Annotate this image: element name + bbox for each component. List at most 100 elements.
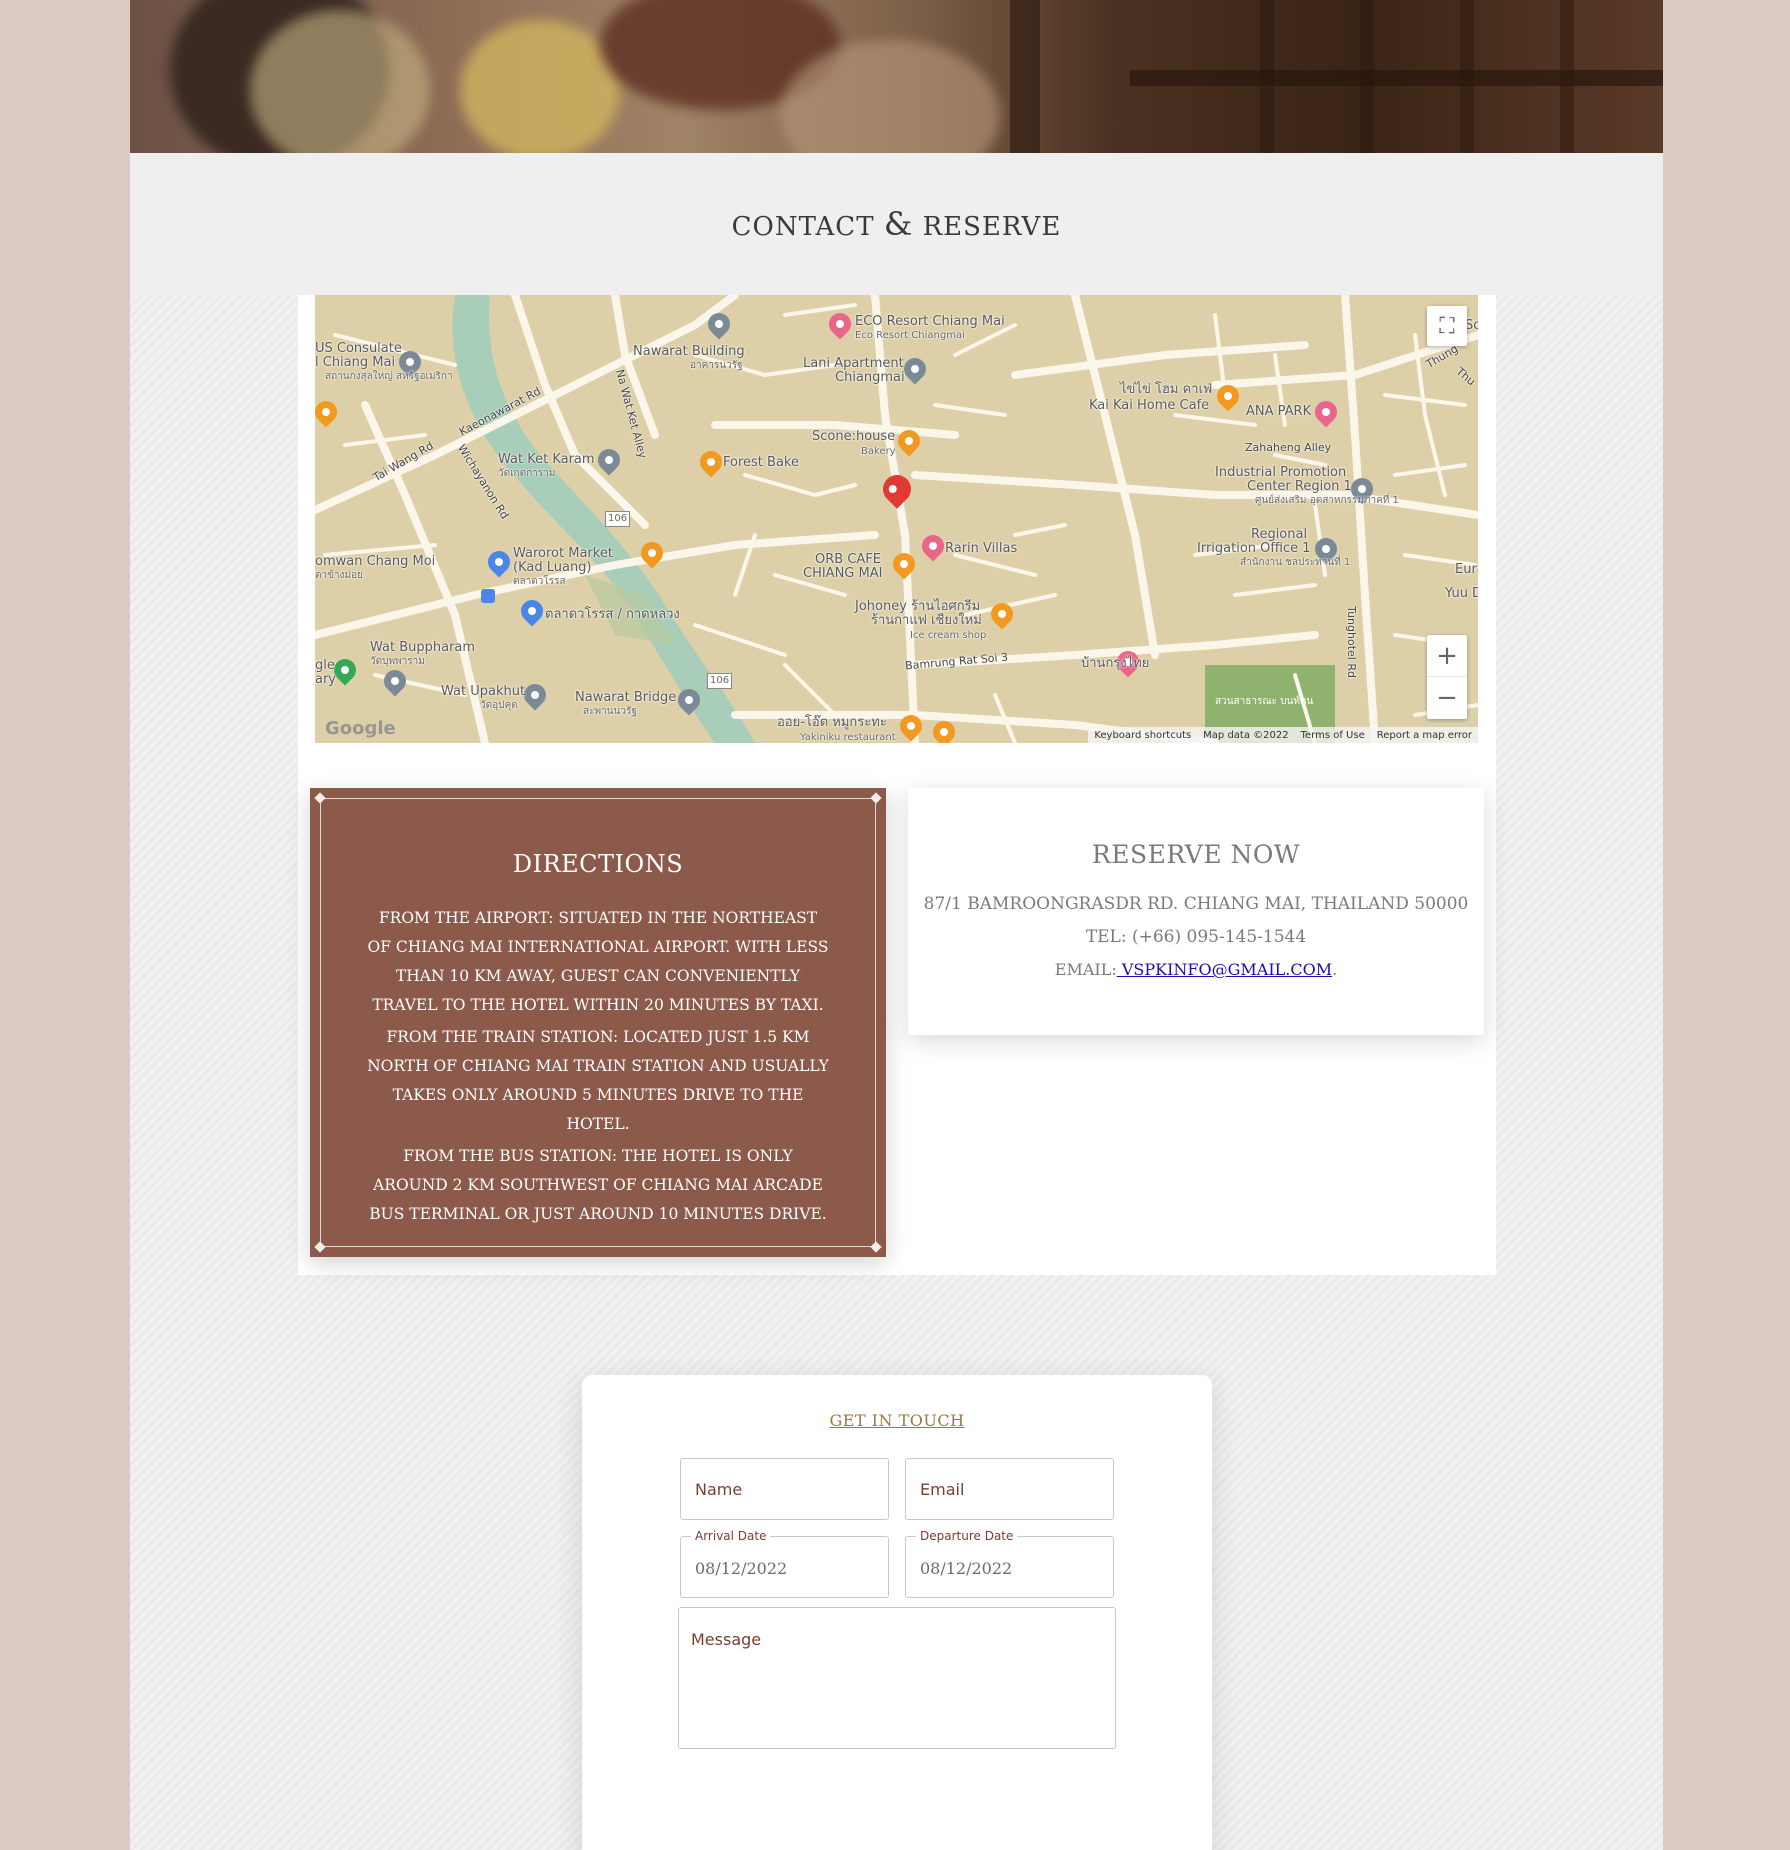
map-label: Zahaheng Alley — [1245, 441, 1332, 454]
directions-card: DIRECTIONS From the airport: Situated in… — [310, 788, 886, 1257]
name-input[interactable] — [681, 1459, 888, 1519]
arrival-date-field[interactable]: Arrival Date 08/12/2022 — [680, 1529, 889, 1598]
map-label: สะพานนวรัฐ — [583, 706, 637, 717]
map-label: ตาข้างม่อย — [315, 570, 363, 581]
map-label: Regional — [1251, 527, 1308, 542]
message-textarea[interactable] — [679, 1608, 1115, 1748]
map-label: Kai Kai Home Cafe — [1089, 398, 1210, 413]
map-label: Scone:house — [812, 429, 896, 444]
reserve-phone: TEL: (+66) 095-145-1544 — [1085, 927, 1307, 947]
email-link[interactable]: VSPKINFO@GMAIL.COM — [1117, 960, 1332, 979]
hero-image — [130, 0, 1663, 153]
directions-bus: From the bus station: The hotel is only … — [369, 1147, 827, 1223]
name-field[interactable] — [680, 1458, 889, 1520]
map-label: ary — [315, 672, 337, 687]
hero-baluster-4 — [1560, 0, 1574, 153]
directions-body: From the airport: Situated in the northe… — [365, 904, 831, 1232]
directions-title: DIRECTIONS — [512, 850, 684, 878]
terms-of-use-link[interactable]: Terms of Use — [1301, 730, 1365, 741]
form-title[interactable]: GET IN TOUCH — [582, 1411, 1212, 1430]
reserve-address: 87/1 BAMROONGRASDR RD. CHIANG MAI, THAIL… — [923, 894, 1469, 914]
map-label: Wat Ket Karam — [498, 452, 595, 467]
map-label: อาคารนวรัฐ — [690, 360, 743, 371]
map-label: วัดบุพพาราม — [370, 656, 425, 667]
hero-yellow-bike — [460, 20, 620, 153]
map-label: ECO Resort Chiang Mai — [855, 314, 1005, 329]
map-label: omwan Chang Moi — [315, 554, 436, 569]
title-contact: CONTACT — [731, 212, 875, 242]
map-label: Chiangmai — [835, 370, 905, 385]
arrival-date-value[interactable]: 08/12/2022 — [695, 1559, 787, 1578]
reserve-email-line: EMAIL: VSPKINFO@GMAIL.COM. — [908, 960, 1484, 979]
map-label: Wat Buppharam — [370, 640, 476, 655]
report-map-error-link[interactable]: Report a map error — [1377, 730, 1472, 741]
reserve-card: RESERVE NOW 87/1 BAMROONGRASDR RD. CHIAN… — [908, 788, 1484, 1035]
email-label: EMAIL: — [1054, 960, 1117, 979]
departure-date-field[interactable]: Departure Date 08/12/2022 — [905, 1529, 1114, 1598]
map-attribution: Keyboard shortcuts Map data ©2022 Terms … — [1088, 727, 1478, 743]
departure-date-value[interactable]: 08/12/2022 — [920, 1559, 1012, 1578]
map-label: Irrigation Office 1 — [1197, 541, 1311, 556]
map-label: Industrial Promotion — [1215, 465, 1347, 480]
map-label: Wat Upakhut — [441, 684, 526, 699]
map-label: US Consulate — [315, 341, 402, 356]
departure-date-label: Departure Date — [916, 1529, 1018, 1543]
hero-rail — [1130, 70, 1663, 86]
email-field[interactable] — [905, 1458, 1114, 1520]
map-label: สำนักงาน ชลประทานที่ 1 — [1240, 557, 1351, 568]
map-label: Johoney ร้านไอศกรีม — [855, 599, 981, 614]
map-label: Nawarat Building — [633, 344, 745, 359]
route-shield: 106 — [605, 511, 631, 527]
directions-train: From the train station: Located just 1.5… — [367, 1028, 829, 1133]
map-label: Ice cream shop — [910, 630, 987, 641]
email-suffix: . — [1332, 960, 1338, 979]
map-label: Nawarat Bridge — [575, 690, 677, 705]
page-title: CONTACT & RESERVE — [130, 205, 1663, 243]
fullscreen-icon[interactable]: ⛶ — [1427, 306, 1467, 346]
zoom-in-button[interactable]: + — [1427, 635, 1467, 677]
directions-airport: From the airport: Situated in the northe… — [367, 909, 829, 1014]
reserve-title: RESERVE NOW — [1091, 840, 1301, 869]
map-label: gle — [315, 658, 335, 673]
map-label: ตลาดวโรรส — [513, 576, 566, 587]
zoom-controls: + − — [1427, 635, 1467, 719]
map-label: สถานกงสุลใหญ่ สหรัฐอเมริกา — [325, 371, 453, 382]
map-label: (Kad Luang) — [513, 560, 592, 575]
bus-stop-icon[interactable] — [481, 589, 495, 603]
map-label: Rarin Villas — [945, 541, 1018, 556]
map-label: สวนสาธารณะ บนท์ดน — [1215, 696, 1314, 707]
keyboard-shortcuts-link[interactable]: Keyboard shortcuts — [1094, 730, 1191, 741]
hero-baluster-1 — [1260, 0, 1274, 153]
map-label: Eura — [1455, 562, 1478, 577]
map-label: Forest Bake — [723, 455, 799, 470]
map-label: ออย-โอ๊ต หมูกระทะ — [777, 715, 887, 730]
map-label: ไข่ไข่ โฮม คาเฟ่ — [1120, 382, 1213, 397]
map-label: Tunghotel Rd — [1344, 606, 1358, 678]
map-label: ORB CAFE — [815, 552, 881, 567]
map-label: Center Region 1 — [1247, 479, 1352, 494]
map-label: วัดเกตการาม — [498, 468, 556, 479]
title-ampersand: & — [883, 205, 914, 243]
message-field[interactable] — [678, 1607, 1116, 1749]
map[interactable]: US Consulate l Chiang Mai สถานกงสุลใหญ่ … — [315, 295, 1478, 743]
route-shield: 106 — [707, 673, 733, 689]
arrival-date-label: Arrival Date — [691, 1529, 771, 1543]
map-label: Lani Apartment — [803, 356, 904, 371]
map-label: ตลาดวโรรส / กาดหลวง — [545, 607, 680, 622]
hero-post — [1010, 0, 1040, 153]
email-input[interactable] — [906, 1459, 1113, 1519]
map-label: Bakery — [861, 446, 896, 457]
hero-bike-highlight — [250, 10, 430, 153]
map-label: วัดอุปคุต — [480, 700, 518, 711]
contact-form: GET IN TOUCH Arrival Date 08/12/2022 Dep… — [582, 1375, 1212, 1850]
title-reserve: RESERVE — [922, 212, 1062, 242]
map-label: Yakiniku restaurant — [800, 732, 896, 743]
map-label: บ้านกรุงไทย — [1081, 656, 1150, 671]
google-logo[interactable]: Google — [325, 718, 396, 739]
map-data-text: Map data ©2022 — [1203, 729, 1289, 741]
zoom-out-button[interactable]: − — [1427, 677, 1467, 719]
map-label: ANA PARK — [1246, 404, 1312, 419]
map-label: l Chiang Mai — [315, 355, 396, 370]
map-label: CHIANG MAI — [803, 566, 883, 581]
map-label: Eco Resort Chiangmai — [855, 330, 965, 341]
